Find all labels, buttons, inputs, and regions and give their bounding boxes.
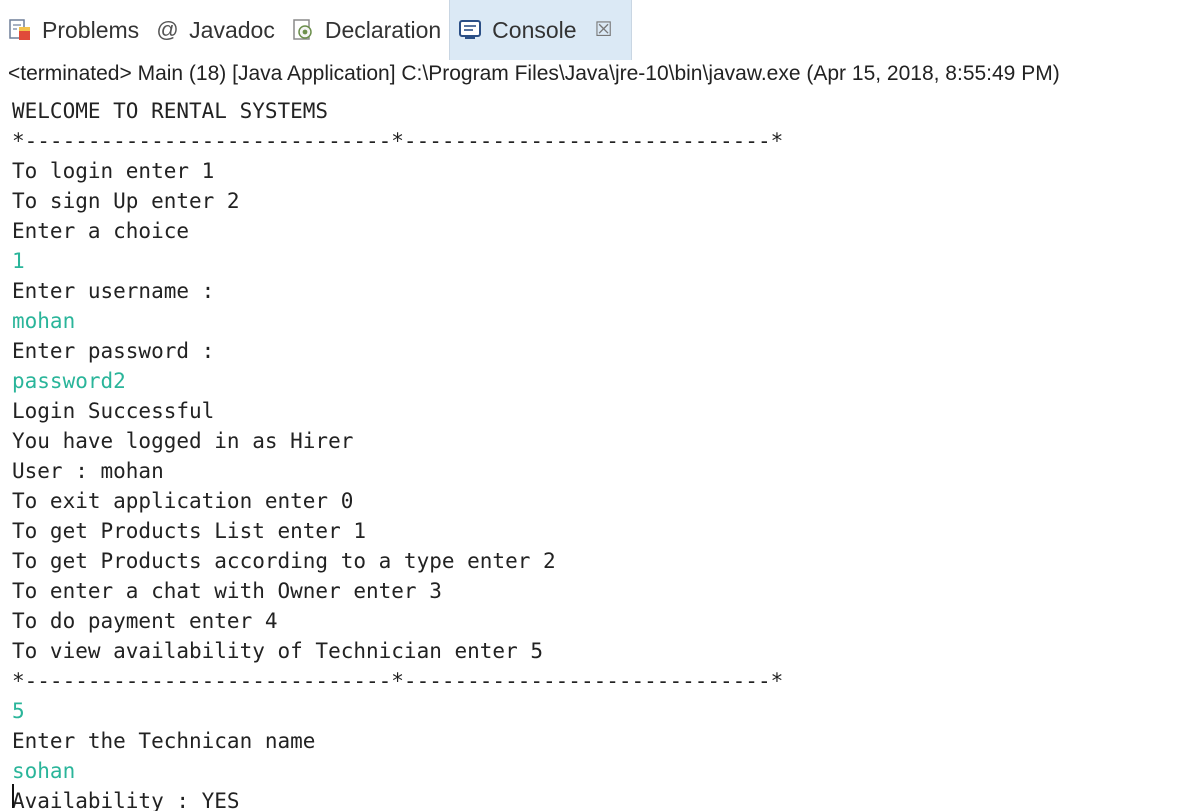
console-output-line: To view availability of Technician enter… (12, 639, 544, 663)
console-output-line: To enter a chat with Owner enter 3 (12, 579, 442, 603)
console-output-line: Enter username : (12, 279, 215, 303)
console-output-line: To do payment enter 4 (12, 609, 278, 633)
view-tab-bar: Problems @ Javadoc Declaration Console ☒ (0, 0, 1200, 60)
tab-javadoc-label: Javadoc (189, 16, 275, 43)
console-output-line: Enter password : (12, 339, 215, 363)
close-icon[interactable]: ☒ (595, 20, 613, 40)
console-output-line: Enter the Technican name (12, 729, 316, 753)
tab-declaration[interactable]: Declaration (283, 0, 449, 60)
declaration-icon (289, 16, 317, 44)
at-icon: @ (155, 17, 179, 42)
console-output-line: To get Products List enter 1 (12, 519, 367, 543)
tab-javadoc[interactable]: @ Javadoc (147, 0, 283, 60)
console-output-line: Enter a choice (12, 219, 190, 243)
console-output-line: To sign Up enter 2 (12, 189, 240, 213)
console-output-line: To get Products according to a type ente… (12, 549, 556, 573)
console-input-line: password2 (12, 369, 126, 393)
console-output-line: Login Successful (12, 399, 215, 423)
console-output-line: *-----------------------------*---------… (12, 669, 784, 693)
console-output-line: *-----------------------------*---------… (12, 129, 784, 153)
console-output[interactable]: WELCOME TO RENTAL SYSTEMS *--------------… (12, 96, 1192, 811)
console-output-line: To login enter 1 (12, 159, 215, 183)
console-input-line: 5 (12, 699, 25, 723)
tab-problems[interactable]: Problems (0, 0, 147, 60)
tab-strip: Problems @ Javadoc Declaration Console ☒ (0, 0, 632, 60)
tab-console[interactable]: Console ☒ (449, 0, 632, 60)
console-status-line: <terminated> Main (18) [Java Application… (8, 62, 1060, 85)
tab-console-label: Console (492, 16, 577, 43)
console-output-line: User : mohan (12, 459, 164, 483)
tab-declaration-label: Declaration (324, 16, 442, 43)
console-output-line: Availability : YES (12, 789, 240, 811)
console-output-line: WELCOME TO RENTAL SYSTEMS (12, 99, 329, 123)
problems-icon (6, 16, 34, 44)
tab-problems-label: Problems (42, 16, 140, 43)
console-input-line: 1 (12, 249, 25, 273)
console-input-line: sohan (12, 759, 76, 783)
text-caret (12, 784, 14, 808)
console-icon (456, 16, 484, 44)
console-output-line: You have logged in as Hirer (12, 429, 354, 453)
console-output-line: To exit application enter 0 (12, 489, 354, 513)
console-input-line: mohan (12, 309, 76, 333)
